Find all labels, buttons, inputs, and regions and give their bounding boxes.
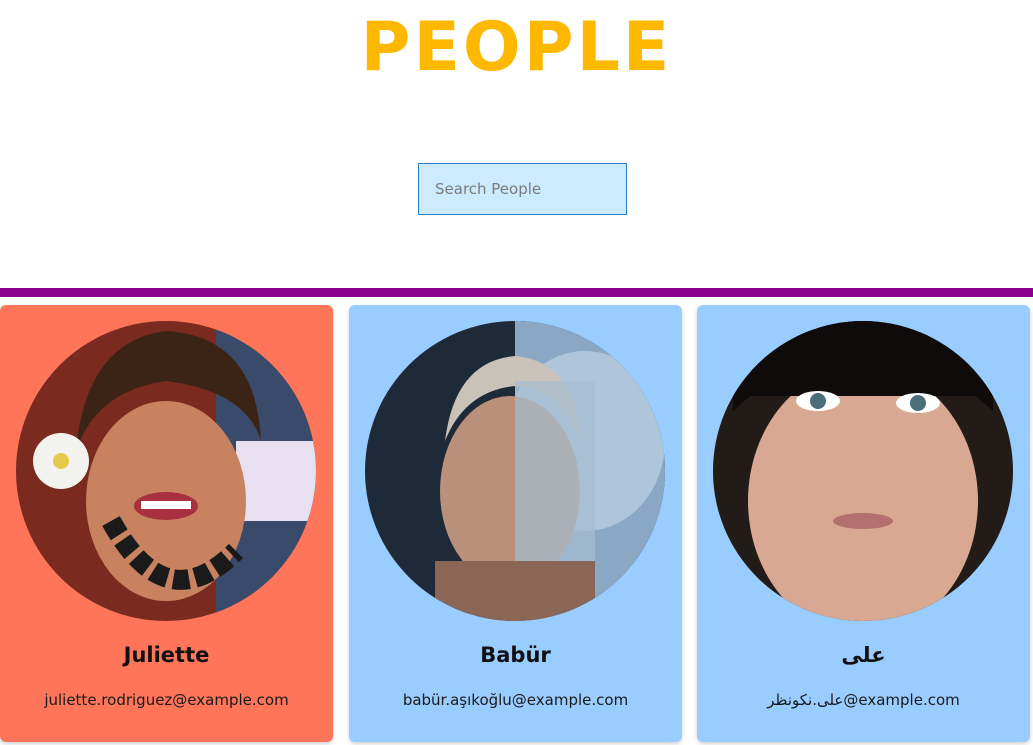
person-card[interactable]: Juliette juliette.rodriguez@example.com: [0, 305, 333, 742]
search-input[interactable]: [418, 163, 627, 215]
avatar: [713, 321, 1013, 621]
person-email: juliette.rodriguez@example.com: [44, 691, 289, 709]
person-card[interactable]: Babür babür.aşıkoğlu@example.com: [349, 305, 682, 742]
avatar: [365, 321, 665, 621]
person-name: على: [841, 643, 886, 667]
person-name: Juliette: [123, 643, 210, 667]
person-email: على.نكونظر@example.com: [767, 691, 960, 709]
person-card[interactable]: على على.نكونظر@example.com: [697, 305, 1030, 742]
person-name: Babür: [480, 643, 551, 667]
section-divider: [0, 288, 1033, 297]
person-email: babür.aşıkoğlu@example.com: [402, 691, 629, 709]
page-title: PEOPLE: [360, 8, 673, 87]
avatar: [16, 321, 316, 621]
